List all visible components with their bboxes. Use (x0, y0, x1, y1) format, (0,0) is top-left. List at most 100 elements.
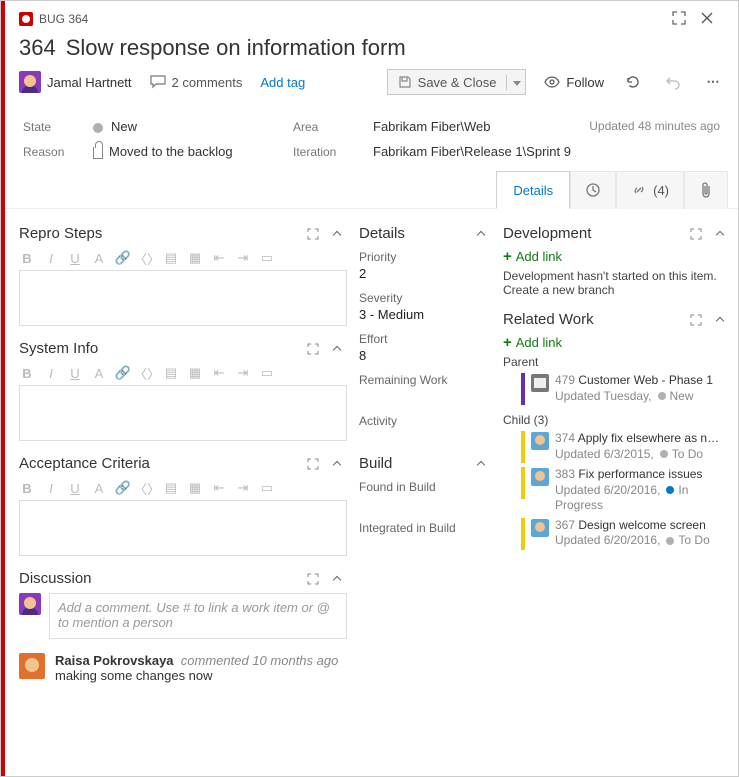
tab-details[interactable]: Details (496, 171, 570, 209)
iteration-field[interactable]: Fabrikam Fiber\Release 1\Sprint 9 (373, 144, 720, 159)
rte-toolbar[interactable]: BIU A🔗〈〉 ▤▦⇤⇥▭ (19, 248, 347, 270)
save-dropdown-caret[interactable] (506, 75, 521, 90)
linked-work-item[interactable]: 367 Design welcome screen Updated 6/20/2… (521, 518, 730, 550)
collapse-icon[interactable] (471, 225, 491, 242)
linked-work-item[interactable]: 374 Apply fix elsewhere as n… Updated 6/… (521, 431, 730, 463)
assignee-field[interactable]: Jamal Hartnett (19, 71, 132, 93)
effort-label: Effort (359, 332, 491, 346)
refresh-button[interactable] (622, 74, 644, 90)
avatar (531, 519, 549, 537)
system-info-heading: System Info (19, 340, 307, 357)
collapse-icon[interactable] (710, 311, 730, 328)
add-development-link[interactable]: +Add link (503, 248, 730, 265)
avatar (19, 71, 41, 93)
tab-links[interactable]: (4) (616, 171, 684, 209)
collapse-icon[interactable] (327, 570, 347, 587)
state-dot-icon (658, 392, 666, 400)
close-icon[interactable] (700, 11, 724, 25)
follow-icon (544, 76, 560, 88)
type-color-bar (521, 431, 525, 463)
lock-icon (93, 147, 103, 159)
development-empty-text: Development hasn't started on this item. (503, 269, 730, 283)
discussion-input[interactable]: Add a comment. Use # to link a work item… (49, 593, 347, 639)
workitem-id: 364 (19, 35, 56, 61)
avatar (19, 653, 45, 679)
priority-field[interactable]: 2 (359, 266, 491, 281)
save-icon (398, 75, 412, 89)
reason-field[interactable]: Moved to the backlog (93, 144, 283, 159)
more-actions-button[interactable]: ⋯ (702, 74, 724, 90)
repro-steps-editor[interactable] (19, 270, 347, 326)
acceptance-editor[interactable] (19, 500, 347, 556)
expand-icon[interactable] (307, 458, 327, 470)
expand-icon[interactable] (307, 573, 327, 585)
reason-label: Reason (23, 145, 83, 159)
create-branch-link[interactable]: Create a new branch (503, 283, 730, 297)
details-heading: Details (359, 225, 471, 242)
remaining-work-field[interactable] (359, 389, 491, 404)
related-work-heading: Related Work (503, 311, 690, 328)
expand-icon[interactable] (307, 228, 327, 240)
avatar (531, 432, 549, 450)
workitem-type-label: BUG 364 (39, 12, 672, 26)
activity-field[interactable] (359, 430, 491, 445)
state-dot-icon (666, 486, 674, 494)
undo-button[interactable] (662, 74, 684, 90)
linked-work-item[interactable]: 479 Customer Web - Phase 1 Updated Tuesd… (521, 373, 730, 405)
integrated-in-build-field[interactable] (359, 537, 491, 552)
workitem-title[interactable]: Slow response on information form (66, 35, 406, 61)
child-group-label: Child (3) (503, 413, 730, 427)
type-color-bar (1, 1, 5, 776)
severity-label: Severity (359, 291, 491, 305)
updated-timestamp: Updated 48 minutes ago (589, 119, 720, 133)
build-heading: Build (359, 455, 471, 472)
repro-steps-heading: Repro Steps (19, 225, 307, 242)
comment-author: Raisa Pokrovskaya (55, 653, 174, 668)
collapse-icon[interactable] (327, 225, 347, 242)
rte-toolbar[interactable]: BIU A🔗〈〉 ▤▦⇤⇥▭ (19, 478, 347, 500)
remaining-work-label: Remaining Work (359, 373, 491, 387)
plus-icon: + (503, 248, 512, 265)
activity-label: Activity (359, 414, 491, 428)
comments-link[interactable]: 2 comments (150, 75, 243, 90)
collapse-icon[interactable] (327, 455, 347, 472)
state-dot-icon (660, 450, 668, 458)
parent-group-label: Parent (503, 355, 730, 369)
history-icon (585, 182, 601, 198)
found-in-build-field[interactable] (359, 496, 491, 511)
severity-field[interactable]: 3 - Medium (359, 307, 491, 322)
found-in-build-label: Found in Build (359, 480, 491, 494)
type-color-bar (521, 467, 525, 499)
state-field[interactable]: New (93, 119, 283, 134)
state-dot-icon (93, 123, 103, 133)
effort-field[interactable]: 8 (359, 348, 491, 363)
acceptance-heading: Acceptance Criteria (19, 455, 307, 472)
bug-icon (19, 12, 33, 26)
expand-icon[interactable] (307, 343, 327, 355)
attachment-icon (699, 181, 713, 199)
rte-toolbar[interactable]: BIU A🔗〈〉 ▤▦⇤⇥▭ (19, 363, 347, 385)
system-info-editor[interactable] (19, 385, 347, 441)
state-dot-icon (666, 537, 674, 545)
linked-work-item[interactable]: 383 Fix performance issues Updated 6/20/… (521, 467, 730, 514)
collapse-icon[interactable] (710, 225, 730, 242)
save-close-button[interactable]: Save & Close (387, 69, 527, 95)
collapse-icon[interactable] (471, 455, 491, 472)
epic-icon (531, 374, 549, 392)
fullscreen-icon[interactable] (672, 11, 696, 25)
add-related-link[interactable]: +Add link (503, 334, 730, 351)
expand-icon[interactable] (690, 228, 710, 240)
follow-button[interactable]: Follow (544, 75, 604, 90)
expand-icon[interactable] (690, 314, 710, 326)
avatar (531, 468, 549, 486)
integrated-in-build-label: Integrated in Build (359, 521, 491, 535)
development-heading: Development (503, 225, 690, 242)
assignee-name: Jamal Hartnett (47, 75, 132, 90)
avatar (19, 593, 41, 615)
add-tag-link[interactable]: Add tag (260, 75, 305, 90)
plus-icon: + (503, 334, 512, 351)
tab-attachments[interactable] (684, 171, 728, 209)
link-icon (631, 182, 647, 198)
collapse-icon[interactable] (327, 340, 347, 357)
tab-history[interactable] (570, 171, 616, 209)
